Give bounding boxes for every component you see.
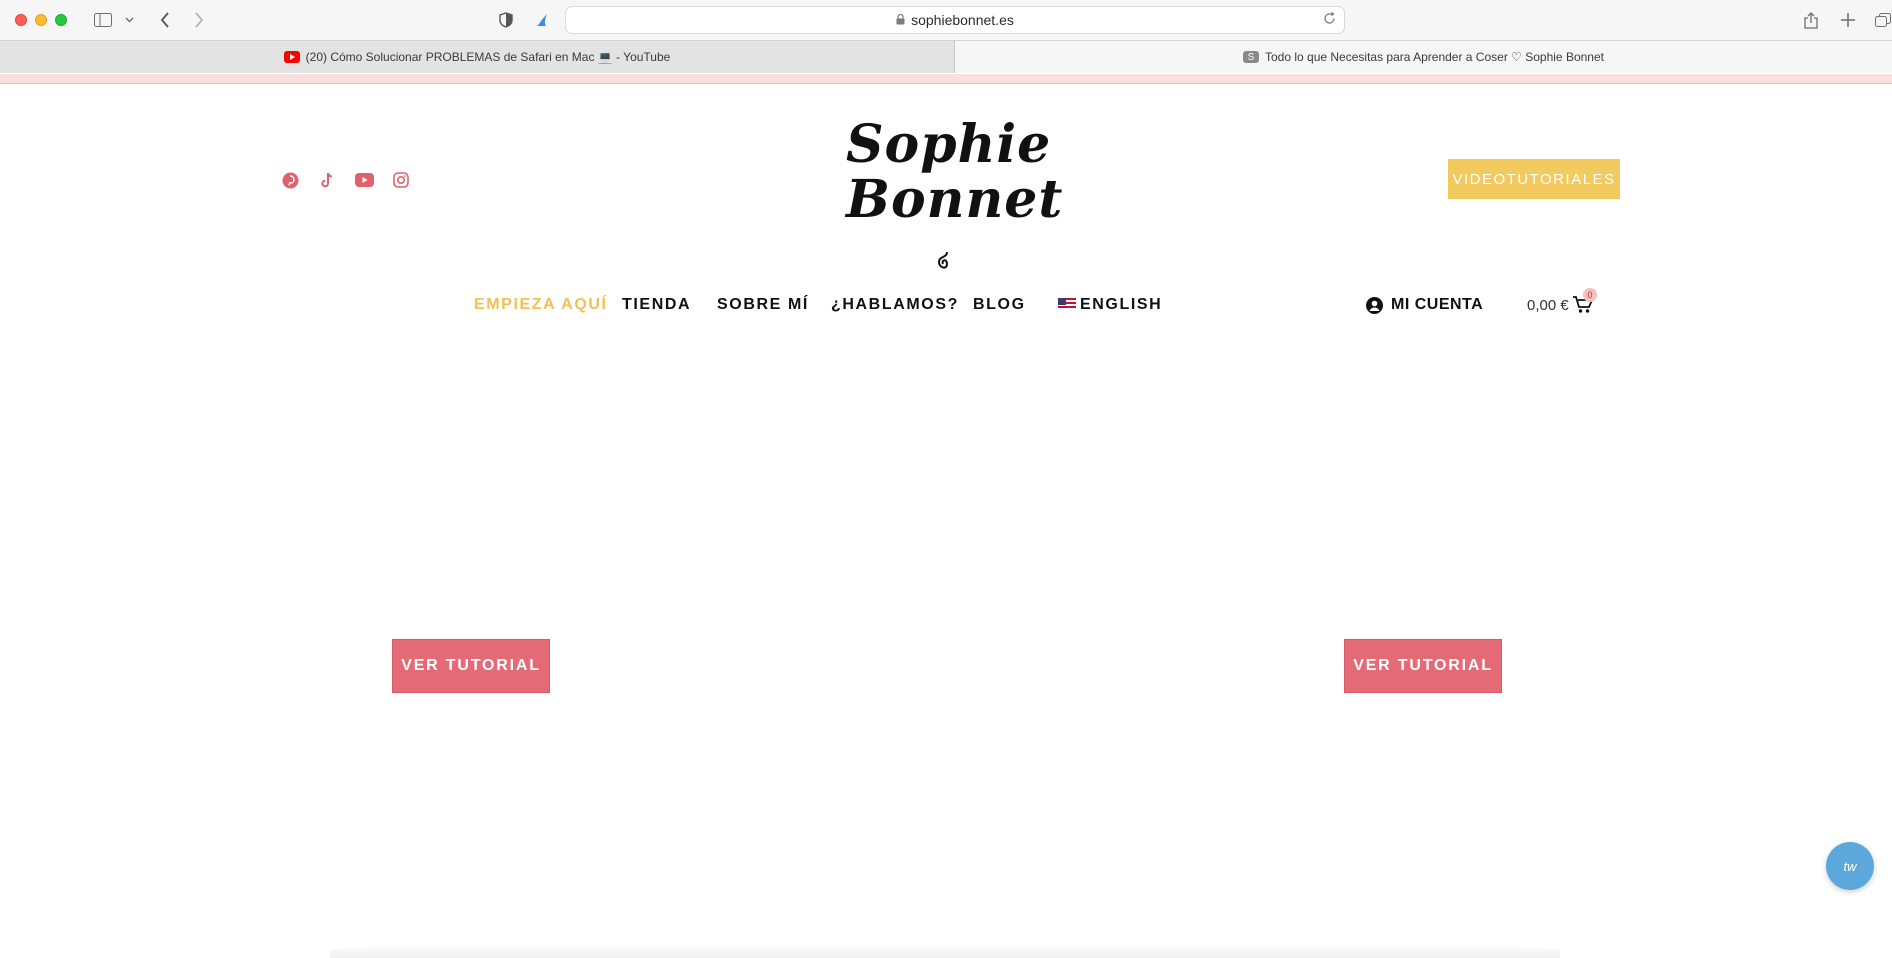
zoom-window-button[interactable] <box>55 14 67 26</box>
new-tab-icon[interactable] <box>1838 9 1858 31</box>
tab-title: Todo lo que Necesitas para Aprender a Co… <box>1265 50 1604 64</box>
nav-item-blog[interactable]: BLOG <box>973 296 1026 314</box>
account-label: MI CUENTA <box>1391 296 1484 313</box>
top-announcement-strip <box>0 74 1892 84</box>
privacy-shield-icon[interactable] <box>496 9 516 31</box>
instagram-icon[interactable] <box>391 170 411 190</box>
share-icon[interactable] <box>1801 9 1821 31</box>
my-account-link[interactable]: MI CUENTA <box>1366 296 1483 314</box>
nav-item-hablamos[interactable]: ¿HABLAMOS? <box>831 296 959 314</box>
us-flag-icon <box>1058 298 1076 310</box>
browser-toolbar: sophiebonnet.es <box>0 0 1892 40</box>
page: Sophie Bonnet VIDEOTUTORIALES EMPIEZA AQ… <box>0 84 1892 958</box>
cart-link[interactable]: 0,00 € 0 <box>1527 288 1597 314</box>
reload-icon[interactable] <box>1323 11 1336 28</box>
logo-line-2: Bonnet <box>846 168 1064 230</box>
ver-tutorial-button-1[interactable]: VER TUTORIAL <box>392 639 550 693</box>
lock-icon <box>896 12 905 28</box>
nav-item-english[interactable]: ENGLISH <box>1058 296 1162 314</box>
extension-icon[interactable] <box>532 9 552 31</box>
site-logo[interactable]: Sophie Bonnet <box>846 114 1064 269</box>
ver-tutorial-button-2[interactable]: VER TUTORIAL <box>1344 639 1502 693</box>
tab-title: (20) Cómo Solucionar PROBLEMAS de Safari… <box>305 50 671 64</box>
tiktok-icon[interactable] <box>317 170 337 190</box>
minimize-window-button[interactable] <box>35 14 47 26</box>
address-bar[interactable]: sophiebonnet.es <box>565 6 1345 34</box>
youtube-icon[interactable] <box>354 170 374 190</box>
tab-bar: (20) Cómo Solucionar PROBLEMAS de Safari… <box>0 40 1892 73</box>
back-icon[interactable] <box>155 9 175 31</box>
logo-line-1: Sophie <box>846 114 1052 175</box>
cart-count-badge: 0 <box>1583 288 1597 302</box>
s-icon: S <box>1243 51 1259 63</box>
nav-item-sobre-mi[interactable]: SOBRE MÍ <box>717 296 809 314</box>
chat-label: tw <box>1843 858 1857 874</box>
tab-youtube[interactable]: (20) Cómo Solucionar PROBLEMAS de Safari… <box>0 41 955 73</box>
content-card-edge <box>330 942 1560 958</box>
sidebar-toggle-icon[interactable] <box>92 9 114 31</box>
nav-item-empieza-aqui[interactable]: EMPIEZA AQUÍ <box>474 296 608 314</box>
pinterest-icon[interactable] <box>280 170 300 190</box>
nav-item-tienda[interactable]: TIENDA <box>622 296 691 314</box>
cart-total: 0,00 € <box>1527 296 1569 314</box>
chat-widget-button[interactable]: tw <box>1826 842 1874 890</box>
logo-swirl-icon <box>937 252 949 269</box>
url-text: sophiebonnet.es <box>911 12 1014 28</box>
videotutoriales-button[interactable]: VIDEOTUTORIALES <box>1448 159 1620 199</box>
nav-item-label: ENGLISH <box>1080 296 1163 313</box>
user-circle-icon <box>1366 296 1383 314</box>
youtube-icon <box>283 51 300 63</box>
chevron-down-icon[interactable] <box>122 9 136 31</box>
tab-overview-icon[interactable] <box>1874 9 1892 31</box>
forward-icon[interactable] <box>189 9 209 31</box>
close-window-button[interactable] <box>15 14 27 26</box>
tab-sophie-bonnet[interactable]: S Todo lo que Necesitas para Aprender a … <box>955 41 1892 73</box>
